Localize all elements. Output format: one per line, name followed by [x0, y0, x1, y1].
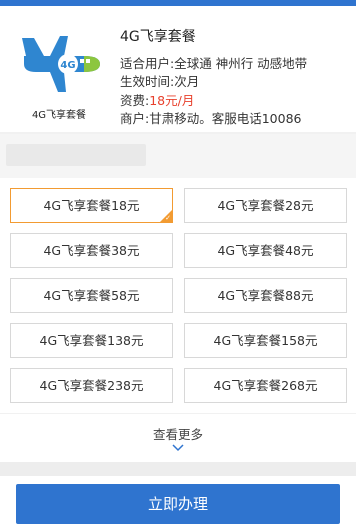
plan-option-38[interactable]: 4G飞享套餐38元 [10, 233, 173, 268]
plan-label: 4G飞享套餐238元 [39, 378, 144, 393]
plan-option-268[interactable]: 4G飞享套餐268元 [184, 368, 347, 403]
plan-option-58[interactable]: 4G飞享套餐58元 [10, 278, 173, 313]
users-row: 适合用户:全球通 神州行 动感地带 [120, 56, 352, 72]
plan-label: 4G飞享套餐138元 [39, 333, 144, 348]
effective-value: 次月 [174, 74, 200, 89]
logo-caption: 4G飞享套餐 [31, 110, 87, 121]
fee-label: 资费: [120, 93, 150, 108]
effective-label: 生效时间: [120, 74, 175, 89]
plane-logo-icon: 4G [22, 36, 100, 92]
plan-label: 4G飞享套餐58元 [43, 288, 140, 303]
footer-bar: 立即办理 [0, 476, 356, 530]
plan-option-158[interactable]: 4G飞享套餐158元 [184, 323, 347, 358]
plan-option-18[interactable]: 4G飞享套餐18元 ✓ [10, 188, 173, 223]
fee-value: 18元/月 [149, 93, 195, 108]
check-icon: ✓ [165, 214, 171, 222]
footer-divider [0, 462, 356, 476]
plan-label: 4G飞享套餐38元 [43, 243, 140, 258]
product-card: 4G 4G飞享套餐 4G飞享套餐 适合用户:全球通 神州行 动感地带 生效时间:… [0, 6, 356, 132]
plan-label: 4G飞享套餐48元 [217, 243, 314, 258]
plan-option-48[interactable]: 4G飞享套餐48元 [184, 233, 347, 268]
plan-option-28[interactable]: 4G飞享套餐28元 [184, 188, 347, 223]
plan-option-88[interactable]: 4G飞享套餐88元 [184, 278, 347, 313]
chevron-down-icon [172, 444, 184, 452]
plan-option-238[interactable]: 4G飞享套餐238元 [10, 368, 173, 403]
plan-label: 4G飞享套餐88元 [217, 288, 314, 303]
apply-now-button[interactable]: 立即办理 [16, 484, 340, 524]
users-label: 适合用户: [120, 56, 175, 71]
plan-label: 4G飞享套餐28元 [217, 198, 314, 213]
product-title: 4G飞享套餐 [120, 29, 196, 45]
plan-grid: 4G飞享套餐18元 ✓ 4G飞享套餐28元 4G飞享套餐38元 4G飞享套餐48… [0, 178, 356, 413]
effective-row: 生效时间:次月 [120, 74, 352, 90]
merchant-row: 商户:甘肃移动。客服电话10086 [120, 111, 352, 127]
plane-badge-text: 4G [60, 60, 75, 71]
view-more-label: 查看更多 [152, 427, 203, 442]
plan-option-138[interactable]: 4G飞享套餐138元 [10, 323, 173, 358]
users-value: 全球通 神州行 动感地带 [174, 56, 308, 71]
blurred-placeholder [6, 144, 146, 166]
plan-label: 4G飞享套餐158元 [213, 333, 318, 348]
fee-row: 资费:18元/月 [120, 93, 352, 109]
merchant-label: 商户: [120, 111, 150, 126]
plan-label: 4G飞享套餐18元 [43, 198, 140, 213]
view-more-button[interactable]: 查看更多 [0, 414, 356, 462]
merchant-value: 甘肃移动。客服电话10086 [149, 111, 302, 126]
plan-label: 4G飞享套餐268元 [213, 378, 318, 393]
